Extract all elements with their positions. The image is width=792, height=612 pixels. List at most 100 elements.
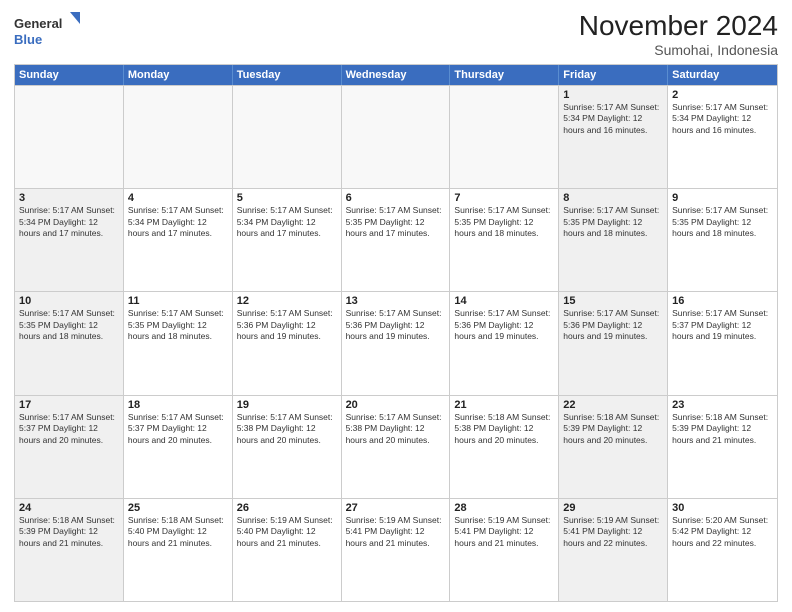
cell-day-30: 30Sunrise: 5:20 AM Sunset: 5:42 PM Dayli… <box>668 499 777 601</box>
cal-row-1: 3Sunrise: 5:17 AM Sunset: 5:34 PM Daylig… <box>15 188 777 291</box>
day-number-21: 21 <box>454 399 554 411</box>
cell-info-15: Sunrise: 5:17 AM Sunset: 5:36 PM Dayligh… <box>563 308 663 342</box>
day-number-28: 28 <box>454 502 554 514</box>
cell-day-11: 11Sunrise: 5:17 AM Sunset: 5:35 PM Dayli… <box>124 292 233 394</box>
day-number-30: 30 <box>672 502 773 514</box>
header-tuesday: Tuesday <box>233 65 342 85</box>
cal-row-3: 17Sunrise: 5:17 AM Sunset: 5:37 PM Dayli… <box>15 395 777 498</box>
cell-day-2: 2Sunrise: 5:17 AM Sunset: 5:34 PM Daylig… <box>668 86 777 188</box>
cell-day-23: 23Sunrise: 5:18 AM Sunset: 5:39 PM Dayli… <box>668 396 777 498</box>
svg-text:General: General <box>14 16 62 31</box>
day-number-8: 8 <box>563 192 663 204</box>
cell-info-28: Sunrise: 5:19 AM Sunset: 5:41 PM Dayligh… <box>454 515 554 549</box>
page: General Blue November 2024 Sumohai, Indo… <box>0 0 792 612</box>
cell-info-13: Sunrise: 5:17 AM Sunset: 5:36 PM Dayligh… <box>346 308 446 342</box>
cell-day-18: 18Sunrise: 5:17 AM Sunset: 5:37 PM Dayli… <box>124 396 233 498</box>
day-number-20: 20 <box>346 399 446 411</box>
cell-info-1: Sunrise: 5:17 AM Sunset: 5:34 PM Dayligh… <box>563 102 663 136</box>
day-number-5: 5 <box>237 192 337 204</box>
calendar-body: 1Sunrise: 5:17 AM Sunset: 5:34 PM Daylig… <box>15 85 777 601</box>
cell-day-27: 27Sunrise: 5:19 AM Sunset: 5:41 PM Dayli… <box>342 499 451 601</box>
cell-day-16: 16Sunrise: 5:17 AM Sunset: 5:37 PM Dayli… <box>668 292 777 394</box>
day-number-17: 17 <box>19 399 119 411</box>
day-number-13: 13 <box>346 295 446 307</box>
cell-info-23: Sunrise: 5:18 AM Sunset: 5:39 PM Dayligh… <box>672 412 773 446</box>
cell-info-7: Sunrise: 5:17 AM Sunset: 5:35 PM Dayligh… <box>454 205 554 239</box>
cell-day-6: 6Sunrise: 5:17 AM Sunset: 5:35 PM Daylig… <box>342 189 451 291</box>
header: General Blue November 2024 Sumohai, Indo… <box>14 10 778 58</box>
cal-row-2: 10Sunrise: 5:17 AM Sunset: 5:35 PM Dayli… <box>15 291 777 394</box>
cell-day-22: 22Sunrise: 5:18 AM Sunset: 5:39 PM Dayli… <box>559 396 668 498</box>
cell-info-18: Sunrise: 5:17 AM Sunset: 5:37 PM Dayligh… <box>128 412 228 446</box>
day-number-4: 4 <box>128 192 228 204</box>
cell-info-2: Sunrise: 5:17 AM Sunset: 5:34 PM Dayligh… <box>672 102 773 136</box>
cell-info-19: Sunrise: 5:17 AM Sunset: 5:38 PM Dayligh… <box>237 412 337 446</box>
cell-info-8: Sunrise: 5:17 AM Sunset: 5:35 PM Dayligh… <box>563 205 663 239</box>
header-saturday: Saturday <box>668 65 777 85</box>
cell-day-13: 13Sunrise: 5:17 AM Sunset: 5:36 PM Dayli… <box>342 292 451 394</box>
day-number-24: 24 <box>19 502 119 514</box>
cell-day-10: 10Sunrise: 5:17 AM Sunset: 5:35 PM Dayli… <box>15 292 124 394</box>
svg-text:Blue: Blue <box>14 32 42 47</box>
location: Sumohai, Indonesia <box>579 42 778 58</box>
day-number-15: 15 <box>563 295 663 307</box>
day-number-22: 22 <box>563 399 663 411</box>
day-number-11: 11 <box>128 295 228 307</box>
cell-info-3: Sunrise: 5:17 AM Sunset: 5:34 PM Dayligh… <box>19 205 119 239</box>
cell-day-25: 25Sunrise: 5:18 AM Sunset: 5:40 PM Dayli… <box>124 499 233 601</box>
cell-info-17: Sunrise: 5:17 AM Sunset: 5:37 PM Dayligh… <box>19 412 119 446</box>
cell-info-20: Sunrise: 5:17 AM Sunset: 5:38 PM Dayligh… <box>346 412 446 446</box>
cell-info-26: Sunrise: 5:19 AM Sunset: 5:40 PM Dayligh… <box>237 515 337 549</box>
cal-row-4: 24Sunrise: 5:18 AM Sunset: 5:39 PM Dayli… <box>15 498 777 601</box>
cell-day-20: 20Sunrise: 5:17 AM Sunset: 5:38 PM Dayli… <box>342 396 451 498</box>
cell-info-24: Sunrise: 5:18 AM Sunset: 5:39 PM Dayligh… <box>19 515 119 549</box>
cell-info-10: Sunrise: 5:17 AM Sunset: 5:35 PM Dayligh… <box>19 308 119 342</box>
cell-day-29: 29Sunrise: 5:19 AM Sunset: 5:41 PM Dayli… <box>559 499 668 601</box>
cell-info-22: Sunrise: 5:18 AM Sunset: 5:39 PM Dayligh… <box>563 412 663 446</box>
cell-day-24: 24Sunrise: 5:18 AM Sunset: 5:39 PM Dayli… <box>15 499 124 601</box>
header-friday: Friday <box>559 65 668 85</box>
logo: General Blue <box>14 10 84 50</box>
cell-day-12: 12Sunrise: 5:17 AM Sunset: 5:36 PM Dayli… <box>233 292 342 394</box>
cell-empty-0-3 <box>342 86 451 188</box>
cell-day-5: 5Sunrise: 5:17 AM Sunset: 5:34 PM Daylig… <box>233 189 342 291</box>
cell-empty-0-2 <box>233 86 342 188</box>
month-title: November 2024 <box>579 10 778 42</box>
cell-info-4: Sunrise: 5:17 AM Sunset: 5:34 PM Dayligh… <box>128 205 228 239</box>
cell-info-11: Sunrise: 5:17 AM Sunset: 5:35 PM Dayligh… <box>128 308 228 342</box>
day-number-2: 2 <box>672 89 773 101</box>
day-number-25: 25 <box>128 502 228 514</box>
cell-day-17: 17Sunrise: 5:17 AM Sunset: 5:37 PM Dayli… <box>15 396 124 498</box>
day-number-6: 6 <box>346 192 446 204</box>
cell-info-21: Sunrise: 5:18 AM Sunset: 5:38 PM Dayligh… <box>454 412 554 446</box>
day-number-10: 10 <box>19 295 119 307</box>
day-number-18: 18 <box>128 399 228 411</box>
day-number-1: 1 <box>563 89 663 101</box>
header-monday: Monday <box>124 65 233 85</box>
day-number-14: 14 <box>454 295 554 307</box>
cell-info-29: Sunrise: 5:19 AM Sunset: 5:41 PM Dayligh… <box>563 515 663 549</box>
cell-day-28: 28Sunrise: 5:19 AM Sunset: 5:41 PM Dayli… <box>450 499 559 601</box>
cell-day-14: 14Sunrise: 5:17 AM Sunset: 5:36 PM Dayli… <box>450 292 559 394</box>
cell-empty-0-0 <box>15 86 124 188</box>
cell-day-1: 1Sunrise: 5:17 AM Sunset: 5:34 PM Daylig… <box>559 86 668 188</box>
day-number-12: 12 <box>237 295 337 307</box>
calendar-header: SundayMondayTuesdayWednesdayThursdayFrid… <box>15 65 777 85</box>
cell-day-26: 26Sunrise: 5:19 AM Sunset: 5:40 PM Dayli… <box>233 499 342 601</box>
cell-info-6: Sunrise: 5:17 AM Sunset: 5:35 PM Dayligh… <box>346 205 446 239</box>
title-block: November 2024 Sumohai, Indonesia <box>579 10 778 58</box>
cell-day-7: 7Sunrise: 5:17 AM Sunset: 5:35 PM Daylig… <box>450 189 559 291</box>
day-number-26: 26 <box>237 502 337 514</box>
cell-day-4: 4Sunrise: 5:17 AM Sunset: 5:34 PM Daylig… <box>124 189 233 291</box>
logo-svg: General Blue <box>14 10 84 50</box>
cell-info-12: Sunrise: 5:17 AM Sunset: 5:36 PM Dayligh… <box>237 308 337 342</box>
header-wednesday: Wednesday <box>342 65 451 85</box>
day-number-3: 3 <box>19 192 119 204</box>
cell-day-19: 19Sunrise: 5:17 AM Sunset: 5:38 PM Dayli… <box>233 396 342 498</box>
header-sunday: Sunday <box>15 65 124 85</box>
cell-info-25: Sunrise: 5:18 AM Sunset: 5:40 PM Dayligh… <box>128 515 228 549</box>
day-number-29: 29 <box>563 502 663 514</box>
header-thursday: Thursday <box>450 65 559 85</box>
cell-info-27: Sunrise: 5:19 AM Sunset: 5:41 PM Dayligh… <box>346 515 446 549</box>
cal-row-0: 1Sunrise: 5:17 AM Sunset: 5:34 PM Daylig… <box>15 85 777 188</box>
